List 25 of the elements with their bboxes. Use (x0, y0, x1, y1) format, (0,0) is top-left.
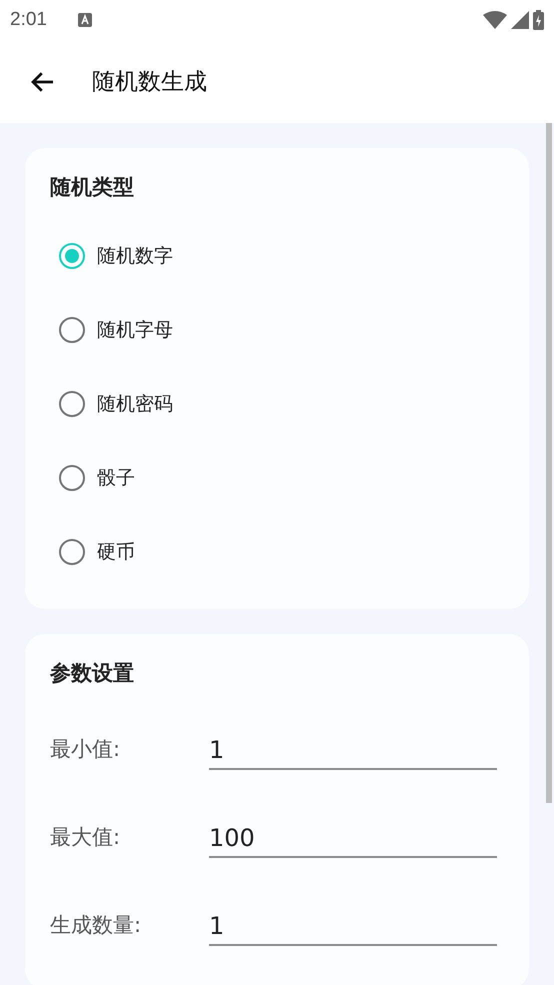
battery-icon (533, 10, 544, 30)
radio-button[interactable] (59, 317, 85, 343)
field-label: 最小值: (50, 736, 122, 763)
radio-label[interactable]: 随机字母 (97, 317, 173, 343)
wifi-icon (483, 11, 507, 29)
radio-button[interactable] (59, 539, 85, 565)
screen-title: 随机数生成 (92, 68, 207, 97)
keyboard-notification-icon (76, 12, 93, 28)
radio-button[interactable] (59, 465, 85, 491)
input-field[interactable]: 100 (209, 816, 497, 858)
radio-label[interactable]: 骰子 (97, 465, 135, 491)
signal-icon (511, 11, 529, 29)
section-title: 参数设置 (50, 660, 135, 687)
radio-label[interactable]: 硬币 (97, 539, 135, 565)
radio-label[interactable]: 随机密码 (97, 391, 173, 417)
scrollbar[interactable] (546, 123, 552, 803)
section-title: 随机类型 (50, 174, 135, 201)
radio-button[interactable] (59, 243, 85, 269)
field-label: 生成数量: (50, 912, 142, 939)
field-label: 最大值: (50, 824, 122, 851)
input-field[interactable]: 1 (209, 728, 497, 770)
status-time: 2:01 (10, 9, 47, 31)
radio-label[interactable]: 随机数字 (97, 243, 173, 269)
input-field[interactable]: 1 (209, 904, 497, 946)
radio-button[interactable] (59, 391, 85, 417)
